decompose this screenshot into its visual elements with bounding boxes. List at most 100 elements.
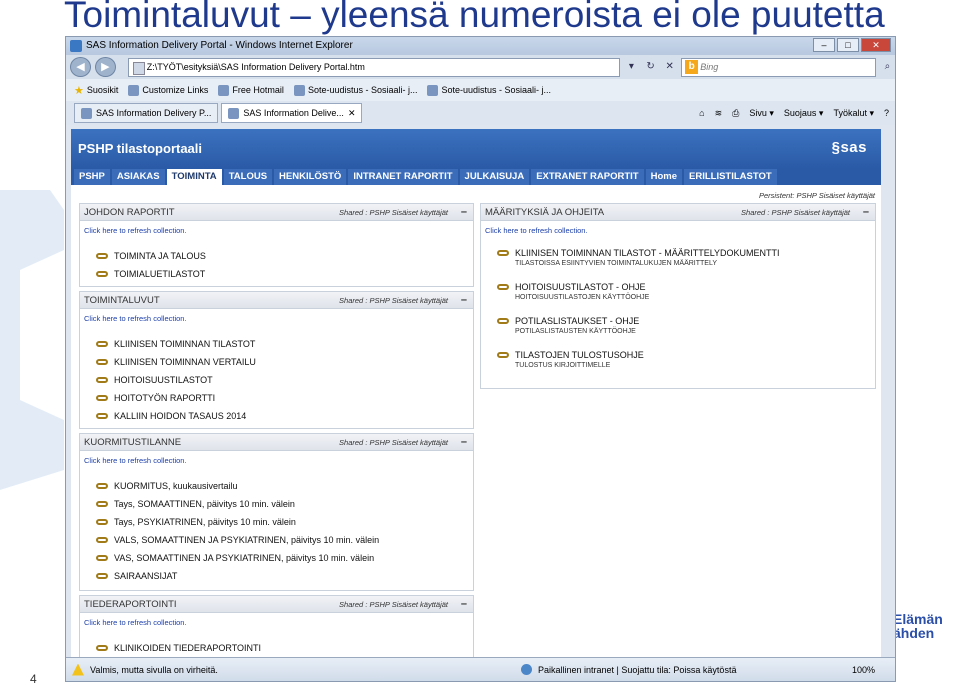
- refresh-link[interactable]: Click here to refresh collection.: [80, 221, 473, 241]
- link-icon: [96, 573, 108, 579]
- stop-icon[interactable]: ✕: [662, 59, 677, 75]
- list-item[interactable]: HOITOISUUSTILASTOT: [96, 371, 473, 389]
- nav-erillistilastot[interactable]: ERILLISTILASTOT: [684, 169, 777, 185]
- link-icon: [96, 395, 108, 401]
- panel-tiederaportointi: TIEDERAPORTOINTI Shared : PSHP Sisäiset k…: [79, 595, 474, 657]
- nav-julkaisuja[interactable]: JULKAISUJA: [459, 169, 530, 185]
- list-item[interactable]: SAIRAANSIJAT: [96, 567, 473, 585]
- globe-icon: [521, 664, 532, 675]
- refresh-link[interactable]: Click here to refresh collection.: [481, 221, 875, 241]
- status-bar: Valmis, mutta sivulla on virheitä. Paika…: [66, 657, 895, 681]
- nav-home[interactable]: Home: [645, 169, 682, 185]
- address-bar[interactable]: Z:\TYÖT\esityksiä\SAS Information Delive…: [127, 57, 620, 77]
- forward-button[interactable]: ▶: [94, 57, 116, 77]
- favorites-button[interactable]: ★ Suosikit: [74, 84, 118, 97]
- list-item[interactable]: KALLIIN HOIDON TASAUS 2014: [96, 407, 473, 425]
- nav-henkilosto[interactable]: HENKILÖSTÖ: [274, 169, 347, 185]
- window-titlebar: SAS Information Delivery Portal - Window…: [66, 37, 895, 55]
- panel-toimintaluvut: TOIMINTALUVUT Shared : PSHP Sisäiset käyt…: [79, 291, 474, 429]
- home-icon[interactable]: ⌂: [699, 108, 704, 118]
- link-icon: [96, 483, 108, 489]
- list-item[interactable]: HOITOTYÖN RAPORTTI: [96, 389, 473, 407]
- zoom-control[interactable]: 100%: [852, 665, 875, 675]
- tab-sas-portal-1[interactable]: SAS Information Delivery P...: [74, 103, 219, 123]
- list-item[interactable]: Tays, PSYKIATRINEN, päivitys 10 min. väl…: [96, 513, 473, 531]
- portal-header: PSHP tilastoportaali §sas: [71, 129, 881, 169]
- tab-sas-portal-2[interactable]: SAS Information Delive... ✕: [221, 103, 363, 123]
- search-input[interactable]: Bing: [681, 57, 876, 77]
- link-icon: [497, 352, 509, 358]
- nav-asiakas[interactable]: ASIAKAS: [111, 169, 165, 185]
- minimize-button[interactable]: –: [813, 38, 835, 52]
- refresh-link[interactable]: Click here to refresh collection.: [80, 309, 473, 329]
- zone-label: Paikallinen intranet | Suojattu tila: Po…: [538, 664, 737, 675]
- slide-title: Toimintaluvut – yleensä numeroista ei ol…: [64, 0, 885, 35]
- page-icon: [218, 84, 230, 96]
- link-icon: [96, 537, 108, 543]
- minimize-panel-button[interactable]: –: [461, 596, 467, 613]
- document-item[interactable]: KLIINISEN TOIMINNAN TILASTOT - MÄÄRITTEL…: [481, 245, 875, 279]
- maximize-button[interactable]: □: [837, 38, 859, 52]
- star-icon: ★: [74, 84, 84, 97]
- dropdown-icon[interactable]: ▾: [624, 59, 639, 75]
- close-button[interactable]: ✕: [861, 38, 891, 52]
- panel-johdon-raportit: JOHDON RAPORTIT Shared : PSHP Sisäiset kä…: [79, 203, 474, 287]
- list-item[interactable]: VALS, SOMAATTINEN JA PSYKIATRINEN, päivi…: [96, 531, 473, 549]
- safety-menu[interactable]: Suojaus ▾: [784, 108, 824, 119]
- list-item[interactable]: Tays, SOMAATTINEN, päivitys 10 min. väle…: [96, 495, 473, 513]
- page-menu[interactable]: Sivu ▾: [749, 108, 774, 119]
- sas-logo: §sas: [831, 139, 867, 156]
- portal-page: PSHP tilastoportaali §sas PSHP ASIAKAS T…: [71, 129, 881, 657]
- document-item[interactable]: TILASTOJEN TULOSTUSOHJE TULOSTUS KIRJOITT…: [481, 347, 875, 381]
- favorites-bar: ★ Suosikit Customize Links Free Hotmail S…: [66, 79, 895, 101]
- list-item[interactable]: KLINIKOIDEN TIEDERAPORTOINTI: [96, 639, 473, 657]
- link-icon: [96, 555, 108, 561]
- panel-maarityksia-ja-ohjeita: MÄÄRITYKSIÄ JA OHJEITA Shared : PSHP Sisä…: [480, 203, 876, 389]
- document-item[interactable]: HOITOISUUSTILASTOT - OHJE HOITOISUUSTILAS…: [481, 279, 875, 313]
- page-icon: [81, 107, 92, 119]
- search-icon[interactable]: ⌕: [880, 59, 895, 75]
- minimize-panel-button[interactable]: –: [461, 292, 467, 309]
- minimize-panel-button[interactable]: –: [461, 204, 467, 221]
- nav-extranet-raportit[interactable]: EXTRANET RAPORTIT: [531, 169, 644, 185]
- brand-logo: Elämän ähden: [893, 611, 943, 641]
- tools-menu[interactable]: Työkalut ▾: [833, 108, 874, 119]
- favorite-link[interactable]: Free Hotmail: [218, 84, 284, 96]
- nav-talous[interactable]: TALOUS: [223, 169, 273, 185]
- link-icon: [96, 413, 108, 419]
- feeds-icon[interactable]: ≋: [715, 108, 723, 119]
- link-icon: [497, 284, 509, 290]
- link-icon: [96, 271, 108, 277]
- refresh-link[interactable]: Click here to refresh collection.: [80, 613, 473, 633]
- page-icon: [228, 107, 240, 119]
- favorite-link[interactable]: Sote-uudistus - Sosiaali- j...: [427, 84, 551, 96]
- slide-number: 4: [30, 672, 37, 686]
- list-item[interactable]: KLIINISEN TOIMINNAN VERTAILU: [96, 353, 473, 371]
- minimize-panel-button[interactable]: –: [863, 204, 869, 221]
- link-icon: [96, 377, 108, 383]
- list-item[interactable]: KUORMITUS, kuukausivertailu: [96, 477, 473, 495]
- list-item[interactable]: VAS, SOMAATTINEN JA PSYKIATRINEN, päivit…: [96, 549, 473, 567]
- print-icon[interactable]: ⎙: [732, 108, 739, 119]
- link-icon: [96, 501, 108, 507]
- nav-toiminta[interactable]: TOIMINTA: [166, 169, 222, 185]
- list-item[interactable]: TOIMINTA JA TALOUS: [96, 247, 473, 265]
- back-button[interactable]: ◀: [70, 57, 91, 77]
- warning-icon[interactable]: [72, 663, 84, 676]
- minimize-panel-button[interactable]: –: [461, 434, 467, 451]
- list-item[interactable]: KLIINISEN TOIMINNAN TILASTOT: [96, 335, 473, 353]
- link-icon: [497, 250, 509, 256]
- favorite-link[interactable]: Sote-uudistus - Sosiaali- j...: [293, 84, 417, 96]
- list-item[interactable]: TOIMIALUETILASTOT: [96, 265, 473, 283]
- refresh-icon[interactable]: ↻: [643, 59, 658, 75]
- close-tab-icon[interactable]: ✕: [348, 104, 356, 122]
- page-icon: [128, 84, 140, 96]
- nav-pshp[interactable]: PSHP: [74, 169, 110, 185]
- help-icon[interactable]: ?: [884, 108, 889, 118]
- document-item[interactable]: POTILASLISTAUKSET - OHJE POTILASLISTAUSTE…: [481, 313, 875, 347]
- favorite-link[interactable]: Customize Links: [128, 84, 208, 96]
- ie-icon: [70, 40, 82, 52]
- link-icon: [497, 318, 509, 324]
- refresh-link[interactable]: Click here to refresh collection.: [80, 451, 473, 471]
- nav-intranet-raportit[interactable]: INTRANET RAPORTIT: [348, 169, 458, 185]
